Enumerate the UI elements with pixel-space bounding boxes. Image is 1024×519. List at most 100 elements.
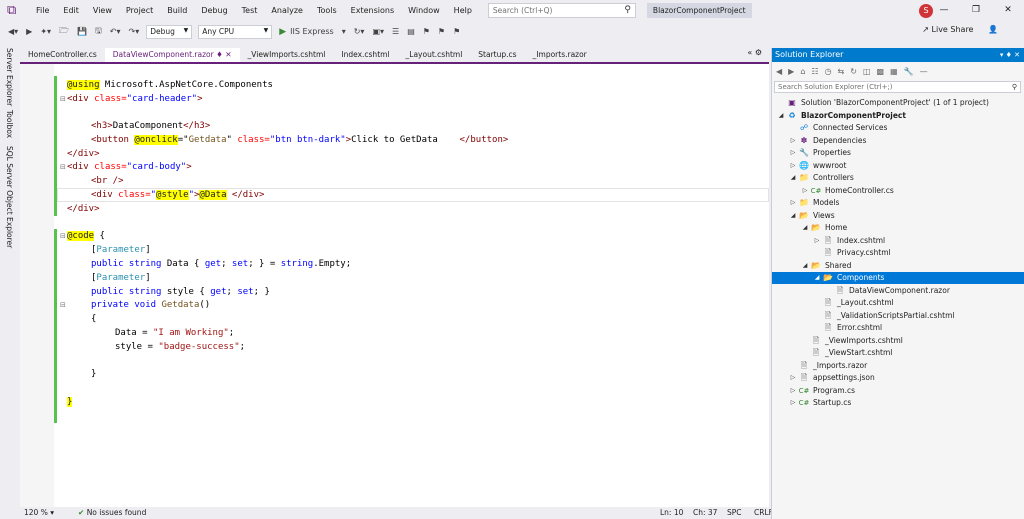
run-dropdown-icon[interactable]: ▾: [338, 27, 350, 36]
tree-item-shared[interactable]: ◢ 📂 Shared: [800, 260, 852, 272]
tree-item-privacy[interactable]: 🗎 Privacy.cshtml: [812, 247, 891, 259]
chevron-down-icon[interactable]: ◢: [800, 222, 810, 234]
chevron-right-icon[interactable]: ▷: [788, 160, 798, 172]
menu-view[interactable]: View: [86, 0, 119, 21]
menu-analyze[interactable]: Analyze: [264, 0, 310, 21]
tree-item-homecontroller[interactable]: ▷ C# HomeController.cs: [800, 185, 894, 197]
back-icon[interactable]: ◀▾: [4, 27, 22, 36]
new-project-icon[interactable]: ✦▾: [36, 27, 55, 36]
collapse-icon[interactable]: ⊟: [60, 160, 66, 174]
menu-debug[interactable]: Debug: [194, 0, 234, 21]
chevron-down-icon[interactable]: ◢: [812, 272, 822, 284]
play-icon[interactable]: ▶: [279, 27, 286, 37]
close-icon[interactable]: ✕: [225, 50, 231, 59]
format-icon[interactable]: ☰: [388, 27, 403, 36]
menu-window[interactable]: Window: [401, 0, 447, 21]
sync-icon[interactable]: ⇆: [838, 67, 845, 76]
tree-item-program[interactable]: ▷ C# Program.cs: [788, 385, 855, 397]
tree-item-validationscriptspartial[interactable]: 🗎 _ValidationScriptsPartial.cshtml: [812, 310, 955, 322]
code-editor[interactable]: ⊟ ⊟ ⊟ ⊟ @using Microsoft.AspNetCore.Comp…: [20, 62, 769, 507]
tree-item-error[interactable]: 🗎 Error.cshtml: [812, 322, 882, 334]
restore-icon[interactable]: ❐: [960, 0, 992, 21]
menu-build[interactable]: Build: [160, 0, 194, 21]
chevron-right-icon[interactable]: ▷: [788, 385, 798, 397]
tree-item-dependencies[interactable]: ▷ ✽ Dependencies: [788, 135, 867, 147]
open-icon[interactable]: 🗁: [55, 25, 73, 39]
comment-icon[interactable]: ▤: [403, 27, 419, 36]
collapse-icon[interactable]: ⊟: [60, 298, 66, 312]
search-input[interactable]: Search (Ctrl+Q) ⚲: [487, 3, 636, 18]
chevron-right-icon[interactable]: ▷: [788, 147, 798, 159]
chevron-right-icon[interactable]: ▷: [812, 235, 822, 247]
tree-item-index[interactable]: ▷ 🗎 Index.cshtml: [812, 235, 885, 247]
tab-index[interactable]: Index.cshtml: [333, 48, 397, 62]
tree-item-properties[interactable]: ▷ 🔧 Properties: [788, 147, 851, 159]
properties-icon[interactable]: 🔧: [904, 67, 914, 76]
tree-item-viewimports[interactable]: 🗎 _ViewImports.cshtml: [800, 335, 903, 347]
chevron-right-icon[interactable]: ▷: [788, 197, 798, 209]
chevron-right-icon[interactable]: ▷: [788, 372, 798, 384]
tree-item-imports[interactable]: 🗎 _Imports.razor: [788, 360, 867, 372]
tree-item-dataviewcomponent[interactable]: 🗎 DataViewComponent.razor: [824, 285, 950, 297]
menu-file[interactable]: File: [29, 0, 56, 21]
tree-item-connected-services[interactable]: ☍ Connected Services: [788, 122, 887, 134]
bookmark-icon[interactable]: ⚑: [419, 27, 434, 36]
preview-icon[interactable]: ▦: [890, 67, 898, 76]
undo-icon[interactable]: ↶▾: [106, 27, 125, 36]
forward-icon[interactable]: ▶: [788, 67, 794, 76]
bookmark-prev-icon[interactable]: ⚑: [434, 27, 449, 36]
tab-overflow-controls[interactable]: « ⚙: [747, 48, 762, 57]
menu-project[interactable]: Project: [119, 0, 160, 21]
collapse-icon[interactable]: ⊟: [60, 229, 66, 243]
tab-dataviewcomponent[interactable]: DataViewComponent.razor ♦ ✕: [104, 48, 240, 62]
tree-item-views[interactable]: ◢ 📂 Views: [788, 210, 835, 222]
forward-icon[interactable]: ▶: [22, 27, 36, 36]
tab-startup[interactable]: Startup.cs: [470, 48, 524, 62]
tab-imports[interactable]: _Imports.razor: [525, 48, 595, 62]
chevron-down-icon[interactable]: ◢: [800, 260, 810, 272]
feedback-icon[interactable]: 👤: [988, 25, 998, 34]
collapse-all-icon[interactable]: ◫: [863, 67, 871, 76]
tree-item-home[interactable]: ◢ 📂 Home: [800, 222, 847, 234]
zoom-dropdown[interactable]: 120 % ▾: [24, 507, 54, 519]
menu-test[interactable]: Test: [235, 0, 265, 21]
menu-tools[interactable]: Tools: [310, 0, 344, 21]
platform-dropdown[interactable]: Any CPU ▼: [198, 24, 273, 39]
solution-search-input[interactable]: Search Solution Explorer (Ctrl+;) ⚲: [774, 81, 1021, 93]
chevron-down-icon[interactable]: ◢: [776, 110, 786, 122]
back-icon[interactable]: ◀: [776, 67, 782, 76]
sql-server-object-explorer-tab[interactable]: SQL Server Object Explorer: [5, 146, 14, 248]
home-icon[interactable]: ⌂: [800, 67, 805, 76]
configuration-dropdown[interactable]: Debug ▼: [146, 24, 193, 39]
tab-viewimports[interactable]: _ViewImports.cshtml: [240, 48, 334, 62]
pin-icon[interactable]: —: [920, 67, 928, 76]
chevron-right-icon[interactable]: ▷: [800, 185, 810, 197]
redo-icon[interactable]: ↷▾: [124, 27, 143, 36]
chevron-down-icon[interactable]: ◢: [788, 210, 798, 222]
menu-edit[interactable]: Edit: [56, 0, 86, 21]
server-explorer-tab[interactable]: Server Explorer: [5, 48, 14, 106]
run-button[interactable]: IIS Express: [286, 27, 338, 36]
bookmark-next-icon[interactable]: ⚑: [449, 27, 464, 36]
tree-item-viewstart[interactable]: 🗎 _ViewStart.cshtml: [800, 347, 893, 359]
refresh-icon[interactable]: ↻: [850, 67, 857, 76]
tree-item-models[interactable]: ▷ 📁 Models: [788, 197, 840, 209]
menu-help[interactable]: Help: [447, 0, 479, 21]
refresh-icon[interactable]: ↻▾: [350, 27, 369, 36]
chevron-right-icon[interactable]: ▷: [788, 135, 798, 147]
collapse-icon[interactable]: ⊟: [60, 92, 66, 106]
toolbox-tab[interactable]: Toolbox: [5, 110, 14, 138]
show-all-files-icon[interactable]: ▩: [877, 67, 885, 76]
close-icon[interactable]: ✕: [992, 0, 1024, 21]
tree-item-startup[interactable]: ▷ C# Startup.cs: [788, 397, 852, 409]
panel-controls[interactable]: ▾ ♦ ✕: [1000, 48, 1020, 62]
issues-indicator[interactable]: ✔ No issues found: [78, 507, 146, 519]
tree-item-components[interactable]: ◢ 📂 Components: [772, 272, 1024, 284]
tab-homecontroller[interactable]: HomeController.cs: [20, 48, 105, 62]
switch-views-icon[interactable]: ☷: [811, 67, 818, 76]
tree-item-appsettings[interactable]: ▷ 🗎 appsettings.json: [788, 372, 875, 384]
tree-item-project[interactable]: ◢ ♻ BlazorComponentProject: [776, 110, 906, 122]
browser-link-icon[interactable]: ▣▾: [368, 27, 388, 36]
chevron-down-icon[interactable]: ◢: [788, 172, 798, 184]
live-share-button[interactable]: ↗ Live Share 👤: [922, 25, 998, 34]
